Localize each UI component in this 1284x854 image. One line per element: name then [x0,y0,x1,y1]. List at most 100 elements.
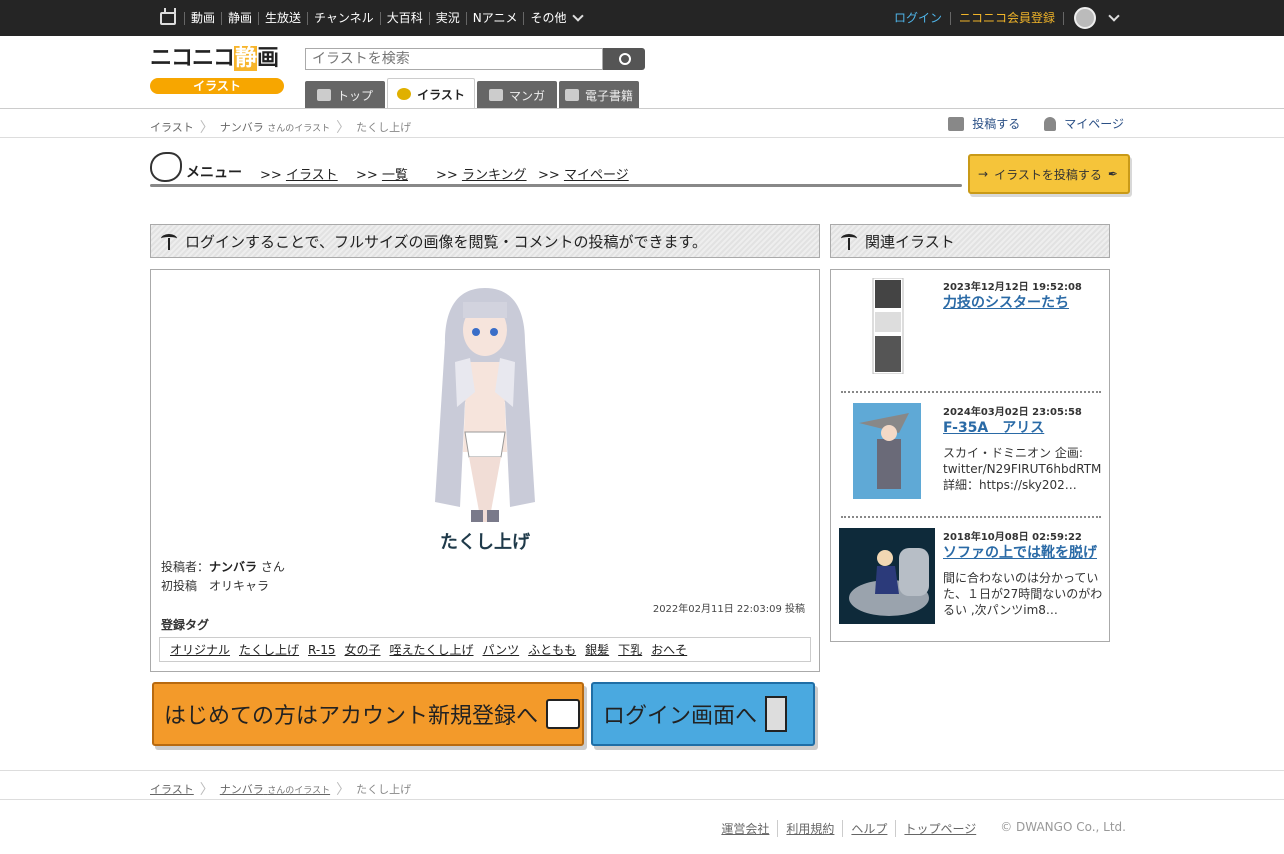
crumb-separator: 〉 [336,782,351,798]
tag-item[interactable]: パンツ [483,641,520,658]
illust-title: たくし上げ [440,532,530,553]
nav-channel[interactable]: チャンネル [307,11,380,25]
crumb-user-suffix[interactable]: さんのイラスト [267,121,330,134]
related-item: 2023年12月12日 19:52:08 力技のシスターたち [839,278,1103,374]
sprout-icon [161,232,177,250]
footer-breadcrumb: イラスト 〉 ナンバラ さんのイラスト 〉 たくし上げ [150,779,411,799]
related-title[interactable]: ソファの上では靴を脱げ [943,542,1097,562]
nav-jikkyo[interactable]: 実況 [428,11,466,25]
breadcrumb-bar: イラスト 〉 ナンバラ さんのイラスト 〉 たくし上げ 投稿する マイページ [0,108,1284,138]
global-nav-left: 動画 静画 生放送 チャンネル 大百科 実況 Nアニメ その他 [160,0,588,36]
crumb-actions: 投稿する マイページ [948,115,1124,132]
menu-item-mypage[interactable]: >> マイページ [538,164,629,183]
menu-item-list[interactable]: >> 一覧 [356,164,408,183]
tv-mascot-icon [546,699,581,729]
login-banner[interactable]: ログイン画面へ [591,682,815,746]
crumb-root[interactable]: イラスト [150,119,194,135]
login-link[interactable]: ログイン [886,11,951,25]
footer-link-company[interactable]: 運営会社 [713,820,777,837]
palette-icon [150,152,182,182]
related-item: 2024年03月02日 23:05:58 F-35A アリス スカイ・ドミニオン… [839,403,1103,499]
menu-item-ranking[interactable]: >> ランキング [436,164,527,183]
tag-item[interactable]: 下乳 [618,641,642,658]
related-thumbnail[interactable] [839,528,935,624]
tab-manga[interactable]: マンガ [477,81,557,109]
related-title[interactable]: 力技のシスターたち [943,292,1069,312]
footer-link-top[interactable]: トップページ [895,820,984,837]
illust-menu: メニュー >> イラスト >> 一覧 >> ランキング >> マイページ [150,152,962,188]
breadcrumb: イラスト 〉 ナンバラ さんのイラスト 〉 たくし上げ [150,117,411,137]
crumb-current: たくし上げ [356,783,412,796]
nav-douga[interactable]: 動画 [184,11,221,25]
nav-seiga[interactable]: 静画 [221,11,258,25]
tag-item[interactable]: オリジナル [170,641,230,658]
register-link[interactable]: ニコニコ会員登録 [951,11,1064,25]
footer-link-terms[interactable]: 利用規約 [777,820,842,837]
chevron-down-icon[interactable] [572,10,585,22]
menu-title: メニュー [186,165,242,181]
crumb-user[interactable]: ナンバラ さんのイラスト [220,781,330,797]
search-form [305,48,645,70]
tag-item[interactable]: 銀髪 [585,641,609,658]
related-desc: スカイ・ドミニオン 企画: twitter/N29FIRUT6hbdRTM 詳細… [943,446,1102,492]
arrow-right-icon: → [978,167,989,181]
tag-item[interactable]: おへそ [651,641,687,658]
related-date: 2018年10月08日 02:59:22 [943,532,1082,543]
illust-detail: たくし上げ 投稿者：ナンバラ さん 初投稿 オリキャラ 2022年02月11日 … [150,269,820,672]
door-icon [765,696,788,732]
crumb-separator: 〉 [336,120,351,136]
illust-description: 初投稿 オリキャラ [161,579,270,593]
user-icon[interactable] [1044,116,1057,131]
tags-label: 登録タグ [161,618,210,632]
related-thumbnail[interactable] [839,278,935,374]
tab-illust[interactable]: イラスト [387,78,475,109]
avatar[interactable] [1074,7,1096,29]
related-date: 2024年03月02日 23:05:58 [943,407,1082,418]
author-name[interactable]: ナンバラ [209,560,257,574]
crumb-root[interactable]: イラスト [150,781,194,797]
nav-nanime[interactable]: Nアニメ [465,11,524,25]
search-input[interactable] [305,48,603,70]
register-banner[interactable]: はじめての方はアカウント新規登録へ [152,682,584,746]
tab-ebook[interactable]: 電子書籍 [559,81,639,109]
related-divider [841,391,1101,393]
upload-icon[interactable] [948,116,965,131]
tag-item[interactable]: 女の子 [344,641,380,658]
tag-item[interactable]: R-15 [308,643,335,657]
tag-item[interactable]: たくし上げ [239,641,299,658]
nav-live[interactable]: 生放送 [258,11,307,25]
tab-top[interactable]: トップ [305,81,385,109]
chevron-down-icon[interactable] [1108,10,1120,22]
related-header: 関連イラスト [830,224,1110,258]
nav-more[interactable]: その他 [523,11,572,25]
related-date: 2023年12月12日 19:52:08 [943,282,1082,293]
search-button[interactable] [603,48,645,70]
post-link[interactable]: 投稿する [972,115,1020,132]
footer-link-help[interactable]: ヘルプ [842,820,895,837]
footer-breadcrumb-bar: イラスト 〉 ナンバラ さんのイラスト 〉 たくし上げ [0,770,1284,800]
tag-item[interactable]: ふともも [528,641,576,658]
logo-text: ニコニコ静画 [150,46,279,71]
tag-item[interactable]: 咥えたくし上げ [390,641,474,658]
footer-links: 運営会社 利用規約 ヘルプ トップページ © DWANGO Co., Ltd. [713,820,1134,837]
tag-list: オリジナル たくし上げ R-15 女の子 咥えたくし上げ パンツ ふともも 銀髪… [159,637,811,662]
global-nav-right: ログイン ニコニコ会員登録 [886,0,1124,36]
menu-item-illust[interactable]: >> イラスト [260,164,338,183]
nav-dic[interactable]: 大百科 [379,11,429,25]
related-title[interactable]: F-35A アリス [943,417,1044,437]
manga-icon [488,89,503,101]
crumb-current: たくし上げ [356,121,412,134]
crumb-separator: 〉 [199,120,214,136]
post-illust-button[interactable]: → イラストを投稿する ✒ [968,154,1130,194]
login-notice-header: ログインすることで、フルサイズの画像を閲覧・コメントの投稿ができます。 [150,224,820,258]
site-logo[interactable]: ニコニコ静画 イラスト [150,46,286,98]
logo-subtitle: イラスト [150,78,284,94]
crumb-separator: 〉 [199,782,214,798]
related-divider [841,516,1101,518]
illust-image[interactable] [415,282,555,522]
related-item: 2018年10月08日 02:59:22 ソファの上では靴を脱げ 間に合わないの… [839,528,1103,624]
related-thumbnail[interactable] [839,403,935,499]
mypage-link[interactable]: マイページ [1064,115,1124,132]
crumb-user[interactable]: ナンバラ [220,119,264,135]
niconico-tv-icon[interactable] [160,11,176,25]
